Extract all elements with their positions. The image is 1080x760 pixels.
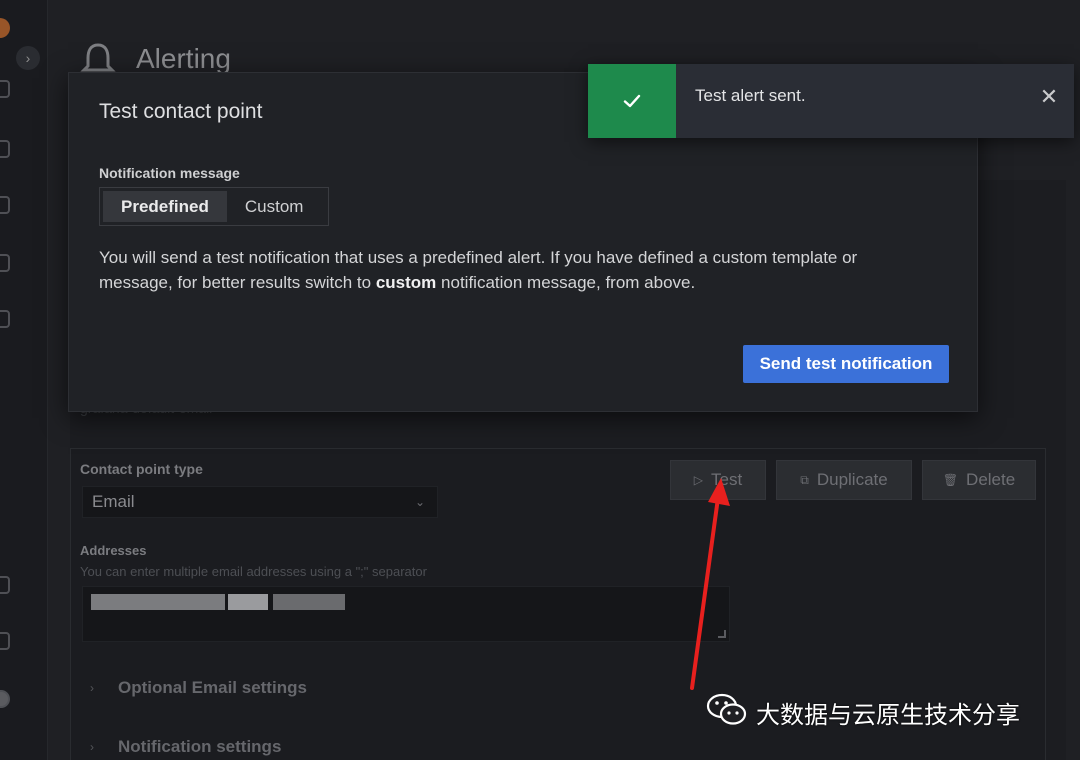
predefined-option[interactable]: Predefined <box>103 191 227 222</box>
redacted-email <box>273 594 345 610</box>
delete-button-label: Delete <box>966 470 1016 489</box>
grafana-logo-icon[interactable] <box>0 18 10 38</box>
optional-email-settings-label: Optional Email settings <box>118 678 307 697</box>
duplicate-button-label: Duplicate <box>816 470 888 489</box>
page-title: Alerting <box>136 43 231 74</box>
custom-option[interactable]: Custom <box>227 191 322 222</box>
redacted-email <box>91 594 225 610</box>
contact-point-type-select[interactable]: Email ⌄ <box>82 486 438 518</box>
redacted-email <box>228 594 268 610</box>
send-test-notification-button[interactable]: Send test notification <box>743 345 949 383</box>
modal-description: You will send a test notification that u… <box>99 245 919 295</box>
notification-settings-toggle[interactable]: › Notification settings <box>90 737 281 757</box>
notification-settings-label: Notification settings <box>118 737 282 756</box>
addresses-description: You can enter multiple email addresses u… <box>80 564 427 579</box>
notification-message-radio-group: Predefined Custom <box>99 187 329 226</box>
expand-menu-button[interactable]: › <box>16 46 40 70</box>
settings-icon[interactable] <box>0 576 10 594</box>
trash-icon: 🗑 <box>942 473 959 487</box>
notification-message-label: Notification message <box>99 165 240 181</box>
chevron-down-icon: ⌄ <box>414 495 425 509</box>
addresses-label: Addresses <box>80 543 147 558</box>
alerting-icon[interactable] <box>0 310 10 328</box>
check-icon <box>623 94 641 108</box>
toast-status <box>588 64 676 138</box>
toast-message: Test alert sent. <box>695 86 806 105</box>
watermark-text: 大数据与云原生技术分享 <box>756 701 1020 729</box>
star-icon[interactable] <box>0 140 10 158</box>
close-icon[interactable]: ✕ <box>1024 64 1074 138</box>
wechat-icon <box>706 692 748 733</box>
shield-icon[interactable] <box>0 632 10 650</box>
modal-description-text-end: notification message, from above. <box>436 273 696 292</box>
success-toast: Test alert sent. ✕ <box>588 64 1074 138</box>
dashboards-icon[interactable] <box>0 196 10 214</box>
addresses-input[interactable] <box>82 586 730 642</box>
chevron-right-icon: › <box>90 740 94 754</box>
contact-point-type-value: Email <box>92 492 135 511</box>
annotation-arrow-icon <box>690 478 730 690</box>
contact-point-type-label: Contact point type <box>80 461 203 477</box>
optional-email-settings-toggle[interactable]: › Optional Email settings <box>90 678 307 698</box>
chevron-right-icon: › <box>90 681 94 695</box>
duplicate-button[interactable]: ⧉ Duplicate <box>776 460 912 500</box>
modal-description-bold: custom <box>375 273 437 292</box>
avatar-icon[interactable] <box>0 690 10 708</box>
modal-title: Test contact point <box>99 100 263 123</box>
copy-icon: ⧉ <box>800 472 809 487</box>
delete-button[interactable]: 🗑 Delete <box>922 460 1036 500</box>
side-menu <box>0 0 48 760</box>
explore-icon[interactable] <box>0 254 10 272</box>
search-icon[interactable] <box>0 80 10 98</box>
watermark: 大数据与云原生技术分享 <box>706 692 1020 733</box>
